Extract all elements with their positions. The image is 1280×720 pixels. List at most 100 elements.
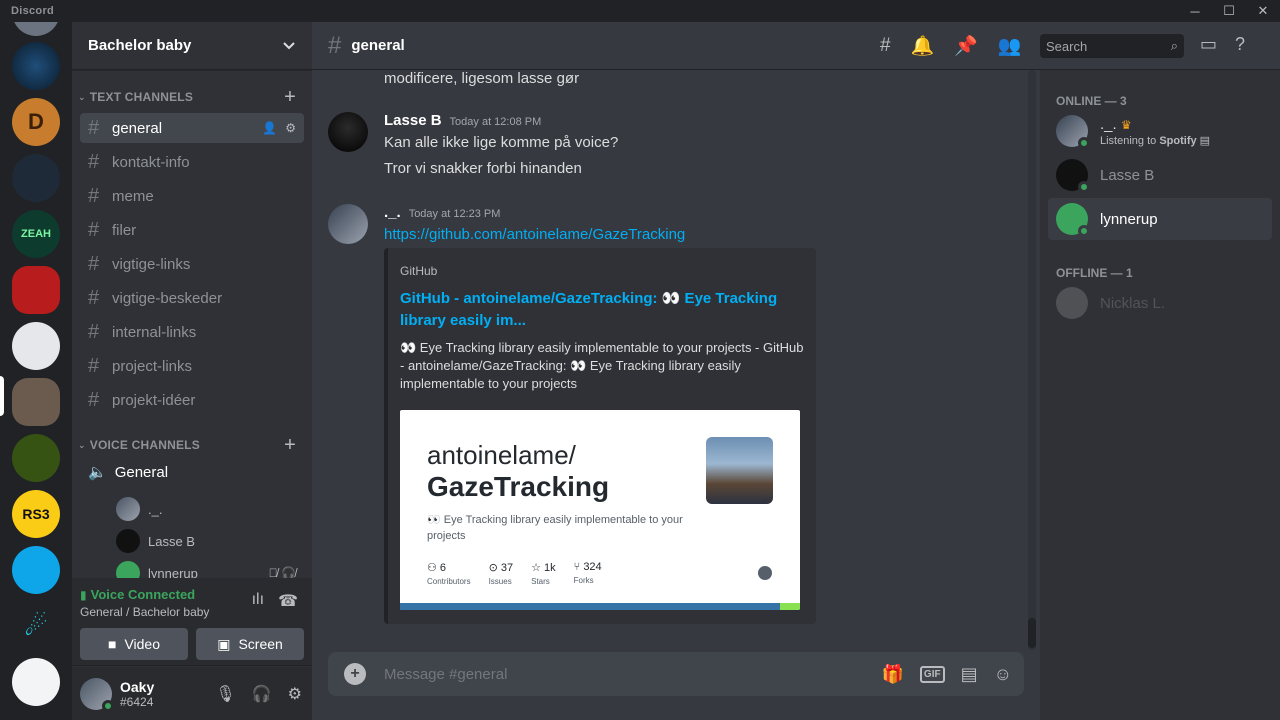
message-author[interactable]: Lasse B [384, 112, 442, 129]
channel-vigtige-beskeder[interactable]: # vigtige-beskeder [80, 283, 304, 313]
noise-suppression-icon[interactable]: ılı [252, 591, 264, 611]
bell-icon[interactable]: 🔔 [911, 34, 935, 58]
member-name: Lasse B [1100, 166, 1155, 184]
language-bar [400, 603, 800, 610]
server-icon[interactable]: ☄ [12, 602, 60, 650]
inbox-icon[interactable]: ▭ [1200, 34, 1217, 55]
activity-icon: ▤ [1199, 134, 1211, 147]
server-header[interactable]: Bachelor baby [72, 22, 312, 70]
scrollbar-thumb[interactable] [1028, 618, 1036, 648]
member-item[interactable]: lynnerup [1048, 198, 1272, 240]
upload-icon[interactable]: + [344, 663, 366, 685]
server-icon[interactable] [12, 266, 60, 314]
server-icon[interactable] [12, 322, 60, 370]
stat-label: Forks [573, 576, 594, 585]
help-icon[interactable]: ? [1235, 34, 1245, 55]
channel-label: kontakt-info [112, 153, 190, 171]
microphone-icon[interactable]: 🎙 [215, 684, 235, 704]
channel-meme[interactable]: # meme [80, 181, 304, 211]
gift-icon[interactable]: 🎁 [882, 664, 904, 685]
voice-status: ▮ Voice Connected [80, 587, 195, 602]
voice-user[interactable]: Lasse B [72, 525, 312, 557]
server-icon[interactable] [12, 658, 60, 706]
voice-user[interactable]: ._. [72, 493, 312, 525]
server-icon[interactable] [12, 22, 60, 36]
add-channel-icon[interactable]: + [284, 86, 296, 109]
server-icon[interactable]: D [12, 98, 60, 146]
channel-internal-links[interactable]: # internal-links [80, 317, 304, 347]
voice-location[interactable]: General / Bachelor baby [80, 605, 209, 619]
server-icon[interactable] [12, 378, 60, 426]
issue-icon: ⊙ [488, 562, 501, 574]
embed-title[interactable]: GitHub - antoinelame/GazeTracking: 👀 Eye… [400, 288, 800, 332]
member-item[interactable]: ._. ♛ Listening to Spotify ▤ [1048, 110, 1272, 152]
server-icon[interactable] [12, 154, 60, 202]
gear-icon[interactable]: ⚙ [288, 684, 302, 704]
fork-icon: ⑂ [573, 561, 584, 573]
search-input[interactable]: Search ⌕ [1040, 34, 1184, 58]
member-name: Nicklas L. [1100, 294, 1166, 312]
pin-icon[interactable]: 📌 [954, 34, 978, 58]
message-author[interactable]: ._. [384, 204, 401, 221]
offline-header: OFFLINE — 1 [1056, 266, 1133, 280]
minimize-button[interactable]: ─ [1178, 0, 1212, 22]
channel-label: meme [112, 187, 154, 205]
search-placeholder: Search [1046, 38, 1088, 54]
members-icon[interactable]: 👥 [998, 34, 1022, 58]
headphones-icon[interactable]: 🎧 [252, 684, 272, 704]
server-icon[interactable]: ZEAH [12, 210, 60, 258]
chat-area: # general modificere, ligesom lasse gør … [312, 22, 1040, 720]
avatar [1056, 287, 1088, 319]
voice-user-name: ._. [148, 501, 163, 517]
gif-icon[interactable]: GIF [919, 665, 945, 683]
close-button[interactable]: ✕ [1246, 0, 1280, 22]
channel-filer[interactable]: # filer [80, 215, 304, 245]
member-name: lynnerup [1100, 210, 1158, 228]
app-title: Discord [11, 5, 55, 17]
status-indicator [102, 699, 114, 712]
server-icon[interactable] [12, 434, 60, 482]
channel-vigtige-links[interactable]: # vigtige-links [80, 249, 304, 279]
avatar[interactable] [80, 677, 114, 712]
avatar[interactable] [328, 112, 368, 152]
server-icon[interactable]: RS3 [12, 490, 60, 538]
channel-kontakt-info[interactable]: # kontakt-info [80, 147, 304, 177]
message-input[interactable]: Message #general [384, 666, 507, 683]
voice-channel-general[interactable]: 🔈 General [80, 457, 304, 487]
avatar[interactable] [328, 204, 368, 244]
add-channel-icon[interactable]: + [284, 434, 296, 457]
server-icon[interactable] [12, 42, 60, 90]
hash-icon: # [328, 31, 342, 59]
category-label: VOICE CHANNELS [89, 438, 200, 452]
scrollbar-track[interactable] [1028, 70, 1036, 650]
threads-icon[interactable]: # [880, 35, 891, 57]
sticker-icon[interactable]: ▤ [961, 664, 978, 685]
emoji-icon[interactable]: ☺ [994, 664, 1012, 685]
message-composer[interactable]: + Message #general 🎁 GIF ▤ ☺ [328, 652, 1024, 696]
screen-share-button[interactable]: ▣ Screen [196, 628, 304, 660]
message-link[interactable]: https://github.com/antoinelame/GazeTrack… [384, 226, 685, 243]
stat-label: Contributors [427, 577, 471, 586]
header-tools-right: ▭ ? [1200, 34, 1245, 55]
message-timestamp: Today at 12:08 PM [449, 116, 542, 128]
channel-project-links[interactable]: # project-links [80, 351, 304, 381]
member-item[interactable]: Lasse B [1048, 154, 1272, 196]
channel-projekt-ideer[interactable]: # projekt-idéer [80, 385, 304, 415]
screen-share-icon: ▣ [217, 635, 231, 652]
invite-icon[interactable]: 👤 [262, 121, 277, 135]
hash-icon: # [88, 388, 100, 411]
camera-icon: ■ [107, 636, 117, 652]
server-icon[interactable] [12, 546, 60, 594]
channel-general[interactable]: # general 👤 ⚙ [80, 113, 304, 143]
embed-image[interactable]: antoinelame/ GazeTracking 👀 Eye Tracking… [400, 410, 800, 610]
hash-icon: # [88, 252, 100, 275]
owner-photo [706, 437, 773, 504]
video-button[interactable]: ■ Video [80, 628, 188, 660]
member-item[interactable]: Nicklas L. [1048, 282, 1272, 324]
text-channels-category[interactable]: ⌄ TEXT CHANNELS + [72, 85, 312, 109]
gear-icon[interactable]: ⚙ [285, 121, 296, 135]
video-label: Video [124, 636, 161, 652]
disconnect-icon[interactable]: ☎ [278, 591, 298, 611]
maximize-button[interactable]: ☐ [1212, 0, 1246, 22]
voice-channels-category[interactable]: ⌄ VOICE CHANNELS + [72, 433, 312, 457]
